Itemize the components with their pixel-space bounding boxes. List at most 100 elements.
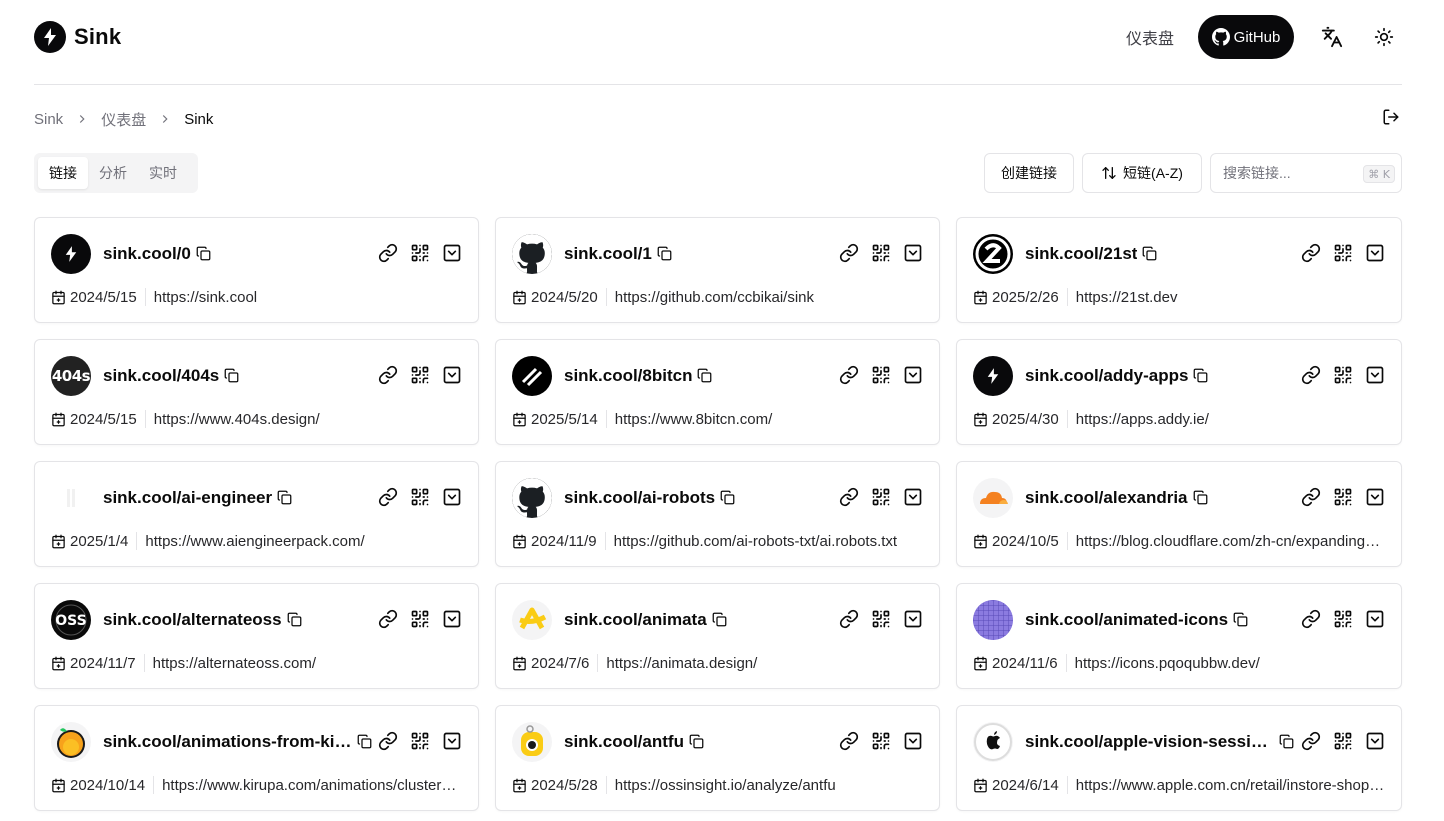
target-url[interactable]: https://www.aiengineerpack.com/ (145, 533, 462, 550)
link-card[interactable]: sink.cool/ai-engineer 2025/1/4 https://w… (34, 461, 479, 567)
short-link-slug[interactable]: sink.cool/animated-icons (1025, 610, 1228, 630)
link-card[interactable]: sink.cool/animata 2024/7/6 https://anima… (495, 583, 940, 689)
more-menu-icon[interactable] (442, 243, 462, 263)
target-url[interactable]: https://alternateoss.com/ (153, 655, 462, 672)
target-url[interactable]: https://icons.pqoqubbw.dev/ (1075, 655, 1385, 672)
target-url[interactable]: https://www.kirupa.com/animations/cluste… (162, 777, 462, 794)
short-link-slug[interactable]: sink.cool/ai-engineer (103, 488, 272, 508)
qr-code-icon[interactable] (410, 487, 430, 507)
target-url[interactable]: https://www.404s.design/ (154, 411, 462, 428)
breadcrumb-dashboard[interactable]: 仪表盘 (101, 109, 146, 130)
logout-button[interactable] (1382, 108, 1402, 128)
more-menu-icon[interactable] (903, 487, 923, 507)
qr-code-icon[interactable] (1333, 243, 1353, 263)
copy-icon[interactable] (277, 490, 293, 506)
short-link-slug[interactable]: sink.cool/alternateoss (103, 610, 282, 630)
create-link-button[interactable]: 创建链接 (984, 153, 1074, 193)
more-menu-icon[interactable] (903, 731, 923, 751)
qr-code-icon[interactable] (1333, 365, 1353, 385)
open-link-icon[interactable] (1301, 365, 1321, 385)
target-url[interactable]: https://animata.design/ (606, 655, 923, 672)
open-link-icon[interactable] (1301, 487, 1321, 507)
short-link-slug[interactable]: sink.cool/1 (564, 244, 652, 264)
more-menu-icon[interactable] (903, 243, 923, 263)
sort-button[interactable]: 短链(A-Z) (1082, 153, 1202, 193)
copy-icon[interactable] (1193, 368, 1209, 384)
more-menu-icon[interactable] (903, 609, 923, 629)
breadcrumb-home[interactable]: Sink (34, 111, 63, 128)
copy-icon[interactable] (657, 246, 673, 262)
target-url[interactable]: https://sink.cool (154, 289, 462, 306)
more-menu-icon[interactable] (1365, 243, 1385, 263)
link-card[interactable]: sink.cool/ai-robots 2024/11/9 https://gi… (495, 461, 940, 567)
more-menu-icon[interactable] (903, 365, 923, 385)
short-link-slug[interactable]: sink.cool/0 (103, 244, 191, 264)
more-menu-icon[interactable] (442, 609, 462, 629)
short-link-slug[interactable]: sink.cool/animations-from-kirupa (103, 732, 352, 752)
qr-code-icon[interactable] (410, 365, 430, 385)
target-url[interactable]: https://ossinsight.io/analyze/antfu (615, 777, 923, 794)
short-link-slug[interactable]: sink.cool/21st (1025, 244, 1137, 264)
target-url[interactable]: https://blog.cloudflare.com/zh-cn/expand… (1076, 533, 1385, 550)
tab-realtime[interactable]: 实时 (138, 157, 188, 189)
link-card[interactable]: sink.cool/addy-apps 2025/4/30 https://ap… (956, 339, 1402, 445)
copy-icon[interactable] (697, 368, 713, 384)
link-card[interactable]: sink.cool/21st 2025/2/26 https://21st.de… (956, 217, 1402, 323)
open-link-icon[interactable] (378, 243, 398, 263)
link-card[interactable]: sink.cool/antfu 2024/5/28 https://ossins… (495, 705, 940, 811)
open-link-icon[interactable] (378, 731, 398, 751)
more-menu-icon[interactable] (1365, 609, 1385, 629)
copy-icon[interactable] (1279, 734, 1295, 750)
open-link-icon[interactable] (378, 487, 398, 507)
qr-code-icon[interactable] (1333, 609, 1353, 629)
qr-code-icon[interactable] (410, 731, 430, 751)
short-link-slug[interactable]: sink.cool/animata (564, 610, 707, 630)
copy-icon[interactable] (287, 612, 303, 628)
short-link-slug[interactable]: sink.cool/addy-apps (1025, 366, 1188, 386)
qr-code-icon[interactable] (871, 365, 891, 385)
more-menu-icon[interactable] (442, 487, 462, 507)
open-link-icon[interactable] (839, 609, 859, 629)
tab-links[interactable]: 链接 (38, 157, 88, 189)
language-button[interactable] (1314, 19, 1350, 55)
link-card[interactable]: sink.cool/apple-vision-sessions 2024/6/1… (956, 705, 1402, 811)
more-menu-icon[interactable] (1365, 365, 1385, 385)
short-link-slug[interactable]: sink.cool/alexandria (1025, 488, 1188, 508)
qr-code-icon[interactable] (1333, 731, 1353, 751)
target-url[interactable]: https://www.8bitcn.com/ (615, 411, 923, 428)
short-link-slug[interactable]: sink.cool/apple-vision-sessions (1025, 732, 1274, 752)
qr-code-icon[interactable] (871, 487, 891, 507)
copy-icon[interactable] (357, 734, 373, 750)
more-menu-icon[interactable] (442, 365, 462, 385)
more-menu-icon[interactable] (1365, 731, 1385, 751)
link-card[interactable]: OSS sink.cool/alternateoss 2024/11/7 htt… (34, 583, 479, 689)
target-url[interactable]: https://github.com/ai-robots-txt/ai.robo… (614, 533, 923, 550)
qr-code-icon[interactable] (871, 243, 891, 263)
open-link-icon[interactable] (839, 487, 859, 507)
qr-code-icon[interactable] (1333, 487, 1353, 507)
link-card[interactable]: sink.cool/1 2024/5/20 https://github.com… (495, 217, 940, 323)
copy-icon[interactable] (224, 368, 240, 384)
open-link-icon[interactable] (378, 365, 398, 385)
short-link-slug[interactable]: sink.cool/ai-robots (564, 488, 715, 508)
github-button[interactable]: GitHub (1198, 15, 1294, 59)
target-url[interactable]: https://www.apple.com.cn/retail/instore-… (1076, 777, 1385, 794)
qr-code-icon[interactable] (410, 609, 430, 629)
copy-icon[interactable] (720, 490, 736, 506)
tab-analysis[interactable]: 分析 (88, 157, 138, 189)
open-link-icon[interactable] (1301, 609, 1321, 629)
link-card[interactable]: sink.cool/0 2024/5/15 https://sink.cool (34, 217, 479, 323)
qr-code-icon[interactable] (871, 731, 891, 751)
copy-icon[interactable] (712, 612, 728, 628)
link-card[interactable]: sink.cool/alexandria 2024/10/5 https://b… (956, 461, 1402, 567)
nav-dashboard-link[interactable]: 仪表盘 (1126, 25, 1174, 49)
copy-icon[interactable] (1142, 246, 1158, 262)
qr-code-icon[interactable] (871, 609, 891, 629)
target-url[interactable]: https://github.com/ccbikai/sink (615, 289, 923, 306)
copy-icon[interactable] (1233, 612, 1249, 628)
copy-icon[interactable] (689, 734, 705, 750)
copy-icon[interactable] (1193, 490, 1209, 506)
short-link-slug[interactable]: sink.cool/404s (103, 366, 219, 386)
target-url[interactable]: https://apps.addy.ie/ (1076, 411, 1385, 428)
open-link-icon[interactable] (1301, 731, 1321, 751)
